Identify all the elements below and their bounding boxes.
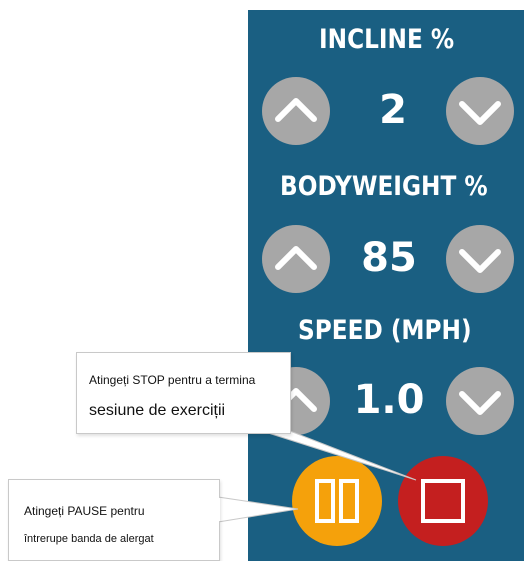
screen: INCLINE % 2 BODYWEIGHT % 85 SPEED (MPH) [0,0,528,561]
chevron-up-icon [275,98,317,122]
pause-icon [315,479,359,523]
pause-tooltip-line2: întrerupe banda de alergat [24,533,154,545]
speed-heading: SPEED (MPH) [298,315,472,346]
chevron-down-icon [459,249,501,273]
bodyweight-increase-button[interactable] [262,225,330,293]
bodyweight-heading: BODYWEIGHT % [280,171,488,202]
stop-tooltip: Atingeți STOP pentru a termina sesiune d… [76,352,291,434]
stop-tooltip-line2: sesiune de exerciții [89,402,226,419]
stop-tooltip-line1: Atingeți STOP pentru a termina [89,373,256,387]
stop-callout-seam [263,429,289,433]
speed-decrease-button[interactable] [446,367,514,435]
pause-tooltip-line1: Atingeți PAUSE pentru [24,504,145,518]
pause-tooltip: Atingeți PAUSE pentru întrerupe banda de… [8,479,220,561]
stop-icon [421,479,465,523]
pause-callout-seam [216,498,220,521]
speed-value: 1.0 [353,377,425,423]
stop-button[interactable] [398,456,488,546]
incline-decrease-button[interactable] [446,77,514,145]
incline-increase-button[interactable] [262,77,330,145]
chevron-down-icon [459,391,501,415]
bodyweight-value: 85 [361,235,417,281]
incline-value: 2 [379,87,407,133]
incline-heading: INCLINE % [319,24,455,55]
pause-button[interactable] [292,456,382,546]
chevron-up-icon [275,246,317,270]
chevron-down-icon [459,101,501,125]
bodyweight-decrease-button[interactable] [446,225,514,293]
treadmill-control-panel: INCLINE % 2 BODYWEIGHT % 85 SPEED (MPH) [248,10,524,561]
